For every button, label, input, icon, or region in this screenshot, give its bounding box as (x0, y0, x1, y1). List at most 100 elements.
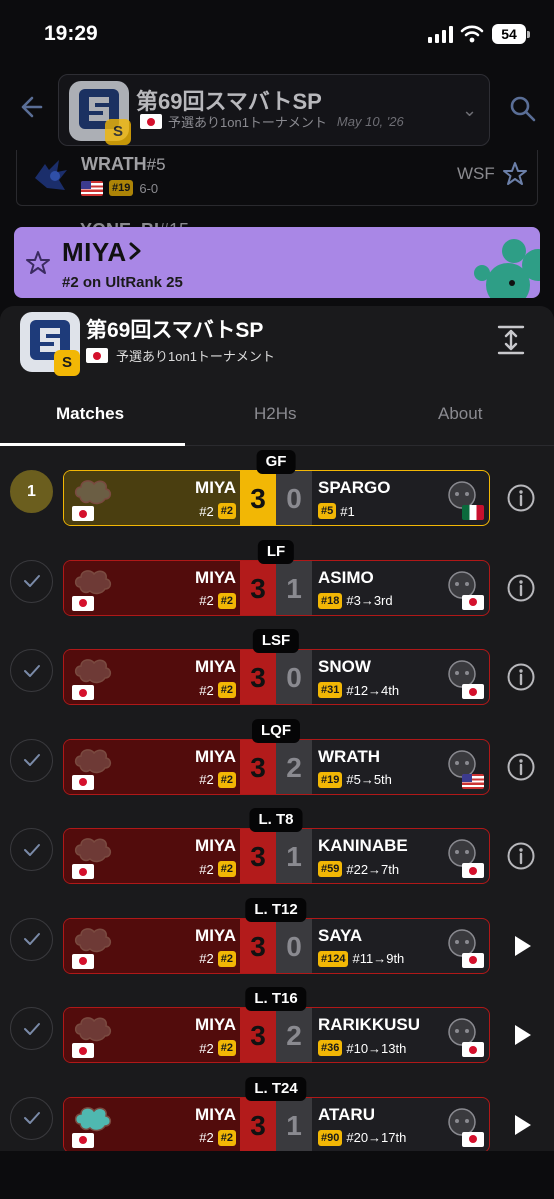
left-flag (72, 595, 94, 615)
round-label: L. T16 (245, 987, 307, 1011)
info-icon[interactable] (506, 662, 536, 692)
right-player-rank: #5→5th (346, 772, 392, 787)
seed-badge: #2 (217, 1040, 236, 1056)
play-icon[interactable] (506, 1020, 536, 1050)
star-icon[interactable] (501, 160, 529, 188)
back-arrow-icon[interactable] (14, 92, 44, 122)
japan-flag-icon (140, 114, 162, 129)
left-score: 3 (240, 1097, 276, 1151)
japan-flag-icon (72, 506, 94, 521)
match-card[interactable]: MIYA #2 #2 3 0 SAYA #124 #11→9th (63, 917, 490, 974)
left-score: 3 (240, 1008, 276, 1062)
right-player-seed: #59 #22→7th (318, 861, 399, 877)
left-player-name: MIYA (195, 836, 236, 855)
info-icon[interactable] (506, 483, 536, 513)
left-flag (72, 1132, 94, 1152)
sheet-subtitle: 予選あり1on1トーナメント (86, 346, 275, 365)
check-icon (10, 649, 53, 692)
match-row[interactable]: MIYA #2 #2 3 1 ATARU #90 #20→17th L. T24 (0, 1076, 554, 1152)
japan-flag-icon (462, 1042, 484, 1057)
seed-badge: #124 (318, 950, 349, 967)
play-icon[interactable] (506, 931, 536, 961)
right-player-name: SNOW (318, 657, 371, 676)
player-banner[interactable]: MIYA #2 on UltRank 25 (14, 227, 540, 298)
round-label: L. T24 (245, 1076, 307, 1101)
match-card[interactable]: MIYA #2 #2 3 2 WRATH #19 #5→5th (63, 738, 490, 795)
left-player-rank: #2 (199, 682, 214, 698)
search-icon[interactable] (508, 94, 538, 124)
right-flag (462, 863, 484, 883)
right-player-rank: #1 (340, 503, 355, 519)
tab-h2hs[interactable]: H2Hs (254, 404, 297, 424)
info-icon[interactable] (506, 841, 536, 871)
play-icon[interactable] (506, 1110, 536, 1140)
match-card[interactable]: MIYA #2 #2 3 1 ASIMO #18 #3→3rd (63, 559, 490, 616)
sonic-character-icon (35, 160, 67, 190)
sheet-subtitle-text: 予選あり1on1トーナメント (116, 349, 275, 364)
japan-flag-icon (72, 1043, 94, 1058)
left-score: 3 (240, 829, 276, 883)
japan-flag-icon (462, 684, 484, 699)
seed-badge: #59 (318, 861, 343, 877)
seed-badge: #36 (318, 1040, 343, 1056)
tournament-date: May 10, '26 (336, 114, 404, 129)
match-card[interactable]: MIYA #2 #2 3 1 KANINABE #59 #22→7th (63, 828, 490, 884)
left-player-seed: #2 #2 (104, 861, 236, 877)
match-row[interactable]: 1 MIYA #2 #2 3 0 SPARGO #5 #1 GF (0, 450, 554, 532)
status-time: 19:29 (44, 22, 98, 45)
left-flag (72, 774, 94, 794)
match-card[interactable]: MIYA #2 #2 3 0 SNOW #31 #12→4th (63, 649, 490, 705)
match-row[interactable]: MIYA #2 #2 3 1 KANINABE #59 #22→7th L. T… (0, 808, 554, 890)
match-row[interactable]: MIYA #2 #2 3 0 SNOW #31 #12→4th LSF (0, 629, 554, 711)
left-player-seed: #2 #2 (104, 592, 236, 609)
expand-icon[interactable] (496, 324, 526, 356)
match-row[interactable]: MIYA #2 #2 3 0 SAYA #124 #11→9th L. T12 (0, 897, 554, 980)
seed-badge: #2 (217, 861, 236, 877)
seed-badge: #2 (217, 592, 236, 609)
right-score: 2 (276, 1008, 312, 1062)
right-player-name: RARIKKUSU (318, 1015, 420, 1034)
info-icon[interactable] (506, 752, 536, 782)
match-card[interactable]: MIYA #2 #2 3 1 ATARU #90 #20→17th (63, 1096, 490, 1152)
character-art-icon (474, 239, 540, 298)
left-player-name: MIYA (195, 925, 236, 945)
check-icon (10, 1007, 53, 1050)
right-player-name: ASIMO (318, 567, 374, 587)
japan-flag-icon (462, 863, 484, 878)
sheet-tier-badge: S (54, 350, 80, 376)
match-row[interactable]: MIYA #2 #2 3 1 ASIMO #18 #3→3rd LF (0, 539, 554, 622)
banner-rank-text: #2 on UltRank 25 (62, 274, 183, 291)
japan-flag-icon (462, 1131, 484, 1147)
background-player-row[interactable]: WRATH#5 #19 6-0 WSF (16, 150, 538, 206)
left-score: 3 (240, 471, 276, 525)
match-card[interactable]: MIYA #2 #2 3 0 SPARGO #5 #1 (63, 470, 490, 526)
right-score: 1 (276, 829, 312, 883)
match-order-indicator: 1 (10, 470, 53, 513)
left-player-rank: #2 (199, 1040, 214, 1056)
left-score: 3 (240, 739, 276, 794)
info-icon[interactable] (506, 573, 536, 603)
tournament-tier-badge: S (105, 119, 131, 145)
right-flag (462, 952, 484, 973)
tab-about[interactable]: About (438, 404, 482, 424)
right-player-rank: #3→3rd (346, 593, 393, 608)
right-player-seed: #18 #3→3rd (318, 592, 393, 609)
round-label: L. T12 (245, 897, 307, 922)
match-row[interactable]: MIYA #2 #2 3 2 WRATH #19 #5→5th LQF (0, 718, 554, 801)
sheet-title: 第69回スマバトSP (86, 319, 264, 342)
seed-badge: #31 (318, 682, 343, 698)
right-player-rank: #11→9th (352, 951, 405, 966)
match-row[interactable]: MIYA #2 #2 3 2 RARIKKUSU #36 #10→13th L.… (0, 987, 554, 1069)
right-score: 0 (276, 650, 312, 704)
japan-flag-icon (72, 864, 94, 879)
tab-matches[interactable]: Matches (56, 404, 124, 424)
right-player-seed: #36 #10→13th (318, 1040, 406, 1056)
right-score: 1 (276, 560, 312, 615)
right-score: 0 (276, 471, 312, 525)
chevron-down-icon[interactable]: ⌄ (462, 100, 477, 121)
match-card[interactable]: MIYA #2 #2 3 2 RARIKKUSU #36 #10→13th (63, 1007, 490, 1063)
japan-flag-icon (72, 953, 94, 969)
check-icon (10, 738, 53, 782)
star-icon[interactable] (24, 249, 52, 277)
japan-flag-icon (462, 952, 484, 968)
